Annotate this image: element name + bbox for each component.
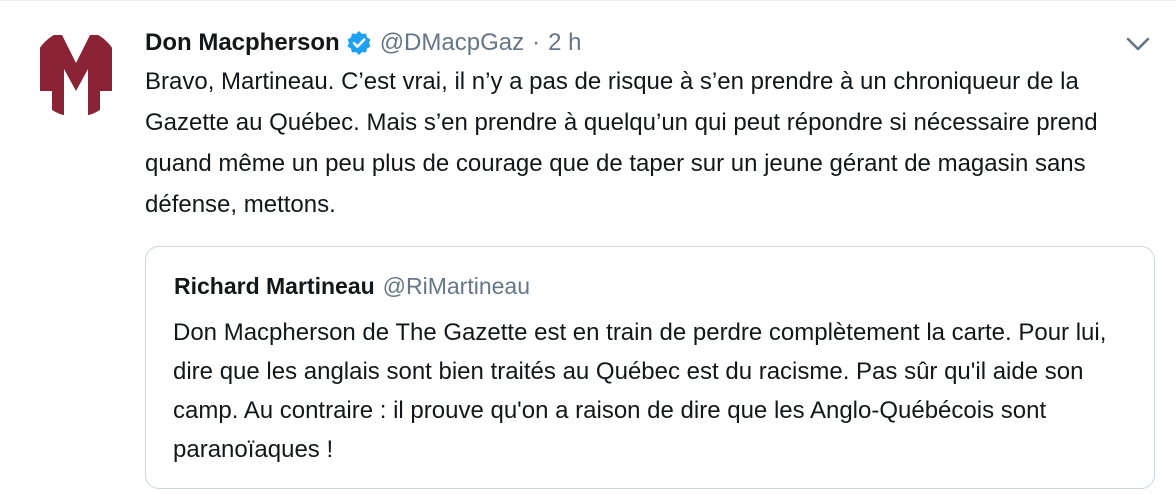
quoted-tweet[interactable]: Richard Martineau @RiMartineau Don Macphe…: [145, 246, 1155, 489]
tweet[interactable]: Don Macpherson @DMacpGaz · 2 h Bravo, Ma…: [0, 0, 1176, 494]
author-handle[interactable]: @DMacpGaz: [380, 29, 524, 57]
avatar-logo-icon: [40, 35, 112, 115]
author-name[interactable]: Don Macpherson: [145, 29, 340, 57]
tweet-text: Bravo, Martineau. C’est vrai, il n’y a p…: [145, 68, 1098, 218]
quoted-tweet-header: Richard Martineau @RiMartineau: [174, 273, 530, 300]
tweet-header: Don Macpherson @DMacpGaz · 2 h: [145, 25, 581, 61]
quoted-author-name: Richard Martineau: [174, 273, 375, 299]
avatar[interactable]: [32, 29, 120, 117]
quoted-author-handle: @RiMartineau: [382, 273, 530, 299]
quoted-tweet-text: Don Macpherson de The Gazette est en tra…: [173, 319, 1107, 463]
tweet-timestamp[interactable]: 2 h: [548, 29, 581, 57]
chevron-down-icon[interactable]: [1124, 33, 1152, 55]
separator-dot: ·: [532, 29, 541, 56]
verified-badge-icon: [346, 30, 372, 56]
